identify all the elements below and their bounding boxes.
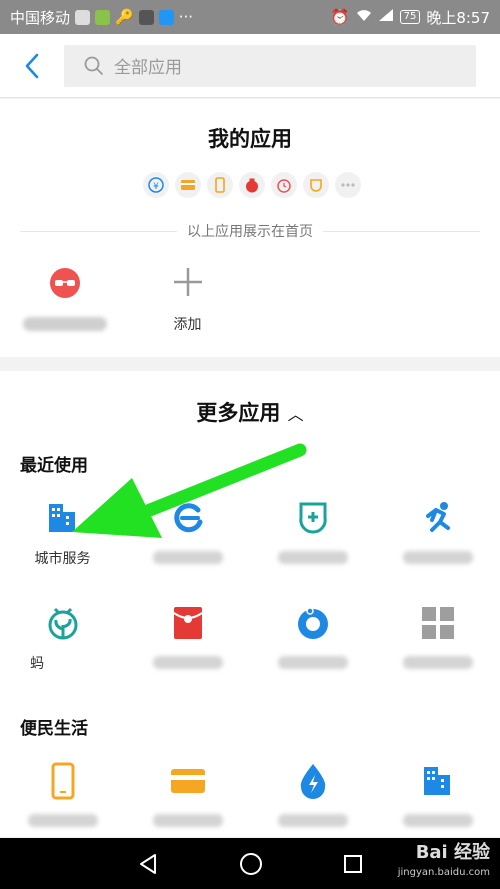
cup-icon (303, 172, 329, 198)
home-circle-icon[interactable] (239, 852, 263, 876)
medical-shield-icon (298, 502, 327, 534)
app-item[interactable] (375, 761, 500, 827)
app-item[interactable] (0, 761, 125, 827)
app-label (277, 814, 348, 827)
money-bag-icon (239, 172, 265, 198)
add-app-label: 添加 (173, 317, 202, 333)
more-apps-toggle[interactable]: 更多应用 ︿ (0, 397, 500, 427)
search-input[interactable]: 全部应用 (64, 44, 476, 87)
watermark: Bai 经验 jingyan.baidu.com (398, 843, 490, 883)
my-app-item[interactable] (22, 265, 108, 335)
running-icon (425, 502, 450, 532)
glasses-icon (50, 268, 80, 298)
sprout-icon (48, 607, 77, 640)
app-item[interactable] (375, 498, 500, 564)
search-placeholder: 全部应用 (114, 58, 182, 78)
chevron-up-icon: ︿ (287, 405, 304, 424)
app-item[interactable] (125, 761, 250, 827)
app-label (27, 814, 98, 827)
notification-app-icon (158, 9, 174, 25)
app-item[interactable] (125, 498, 250, 564)
app-item-city-service[interactable]: 城市服务 (0, 498, 125, 567)
app-item-more[interactable] (375, 603, 500, 669)
app-label: 蚂 (30, 656, 44, 672)
app-header: 全部应用 (0, 34, 500, 98)
my-apps-section: 我的应用 ¥ 以上应用展示在首页 添加 (0, 99, 500, 357)
section-title-convenience: 便民生活 (20, 719, 88, 739)
app-item[interactable]: 蚂 (0, 603, 125, 672)
credit-card-icon (170, 769, 205, 793)
chevron-left-icon (25, 53, 39, 78)
watermark-brand: Bai 经验 (415, 842, 490, 863)
my-app-label (23, 317, 107, 331)
grid-squares-icon (421, 607, 454, 639)
notification-app-icon (138, 9, 154, 25)
app-label (277, 656, 348, 669)
carrier-label: 中国移动 (10, 8, 71, 27)
home-display-note: 以上应用展示在首页 (20, 221, 480, 241)
add-app-button[interactable]: 添加 (150, 265, 225, 334)
search-icon (84, 56, 103, 75)
key-icon: 🔑 (115, 8, 134, 26)
app-label (402, 551, 473, 564)
more-notifications-icon: ··· (178, 8, 194, 26)
app-label (152, 656, 223, 669)
app-item[interactable] (250, 761, 375, 827)
water-bolt-icon (300, 764, 325, 799)
app-item[interactable] (250, 603, 375, 669)
card-icon (175, 172, 201, 198)
app-label (402, 814, 473, 827)
alarm-icon: ⏰ (330, 8, 350, 26)
app-label: 城市服务 (34, 551, 91, 567)
city-icon (423, 767, 450, 795)
section-title-recent: 最近使用 (20, 456, 88, 476)
e-icon (173, 503, 202, 533)
red-envelope-icon (172, 607, 203, 639)
app-label (277, 551, 348, 564)
app-label (402, 656, 473, 669)
yuan-icon: ¥ (143, 172, 169, 198)
app-item[interactable] (125, 603, 250, 669)
clock: 晚上8:57 (426, 8, 490, 27)
signal-icon (378, 8, 394, 26)
status-bar: 中国移动 🔑 ··· ⏰ 75 晚上8:57 (0, 0, 500, 34)
recents-square-icon[interactable] (343, 854, 363, 874)
app-label (152, 814, 223, 827)
more-apps-title: 更多应用 (196, 401, 281, 425)
phone-icon (207, 172, 233, 198)
app-item[interactable] (250, 498, 375, 564)
blue-circle-icon (297, 607, 328, 639)
more-apps-section: 更多应用 ︿ 最近使用 城市服务 蚂 便民生活 (0, 371, 500, 837)
battery-indicator: 75 (399, 10, 421, 24)
home-display-note-text: 以上应用展示在首页 (187, 224, 313, 240)
notification-app-icon (75, 9, 91, 25)
app-label (152, 551, 223, 564)
wifi-icon (356, 8, 372, 26)
alarm-icon (271, 172, 297, 198)
my-apps-title: 我的应用 (208, 127, 292, 151)
phone-icon (51, 762, 74, 800)
city-icon (48, 504, 75, 532)
notification-app-icon (95, 9, 111, 25)
home-apps-preview: ¥ (143, 172, 361, 198)
more-icon[interactable] (335, 172, 361, 198)
watermark-url: jingyan.baidu.com (397, 867, 490, 878)
back-button[interactable] (0, 34, 64, 98)
svg-text:¥: ¥ (153, 182, 159, 192)
back-triangle-icon[interactable] (137, 853, 159, 875)
plus-icon (173, 268, 202, 296)
